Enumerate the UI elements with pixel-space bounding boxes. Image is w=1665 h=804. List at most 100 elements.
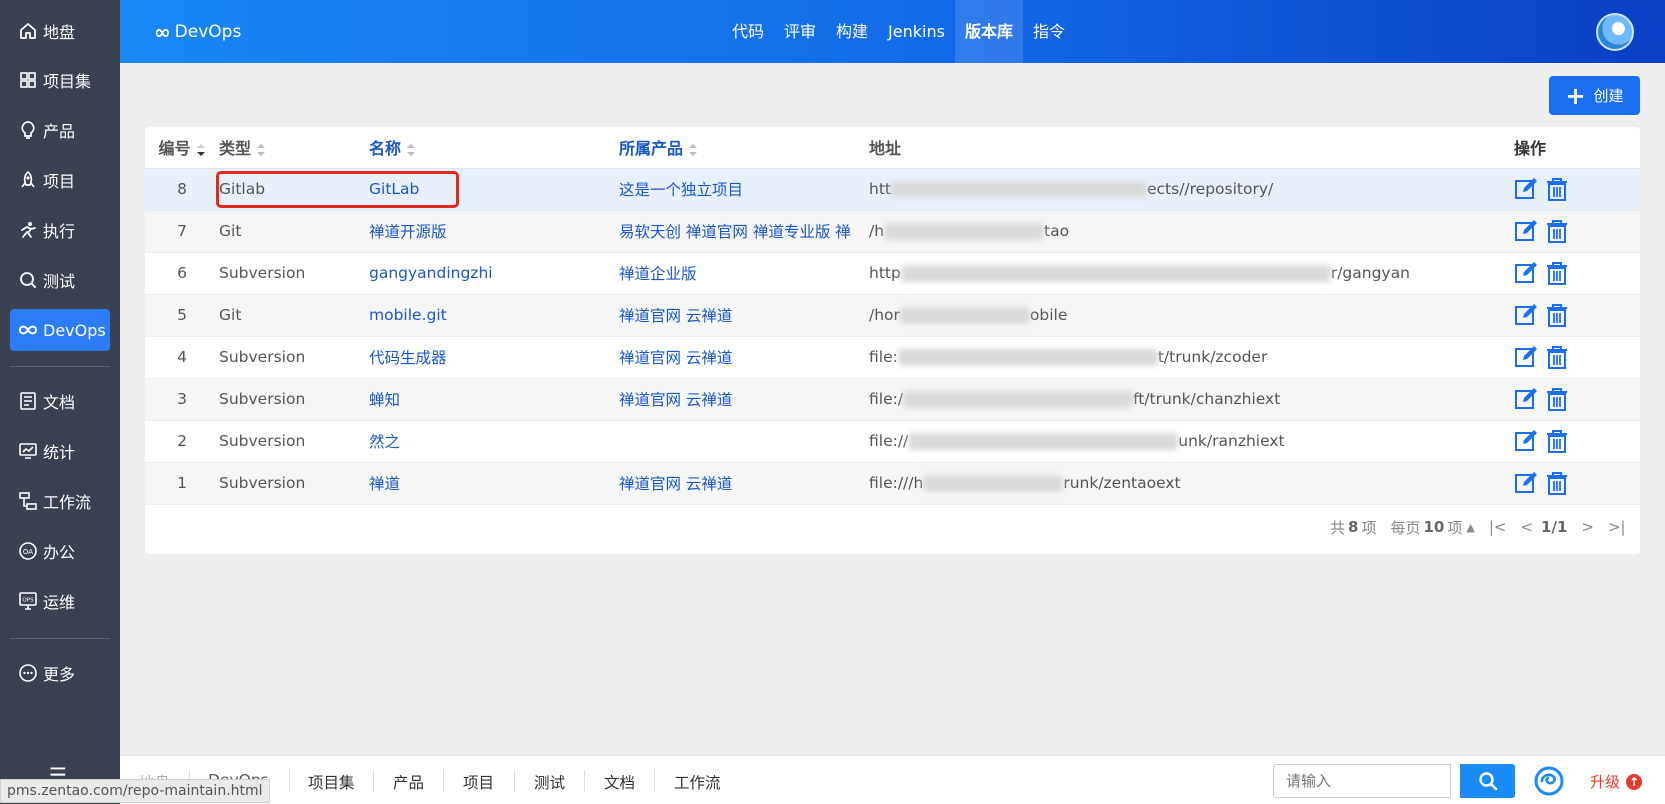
cell-type: Subversion [219, 390, 306, 408]
tab-review[interactable]: 评审 [774, 0, 826, 63]
sidebar-item-doc[interactable]: 文档 [10, 380, 110, 422]
search-button[interactable] [1460, 764, 1515, 798]
sidebar-item-oa[interactable]: OA 办公 [10, 530, 110, 572]
product-link[interactable]: 禅道官网 云禅道 [619, 378, 869, 420]
cell-id: 7 [177, 222, 187, 240]
sidebar-item-label: DevOps [43, 320, 106, 340]
product-link[interactable]: 禅道官网 云禅道 [619, 336, 869, 378]
delete-icon[interactable] [1545, 261, 1569, 285]
bottom-bar: 地盘 DevOps 项目集 产品 项目 测试 文档 工作流 升级 ↑ [120, 755, 1665, 804]
product-link[interactable] [619, 420, 869, 462]
bottom-item-project[interactable]: 项目 [463, 771, 494, 793]
sidebar-item-project[interactable]: 项目 [10, 159, 110, 201]
tab-jenkins[interactable]: Jenkins [878, 0, 955, 63]
first-page-icon[interactable]: |< [1489, 518, 1507, 536]
cell-type: Git [219, 306, 242, 324]
bottom-item-product[interactable]: 产品 [393, 771, 424, 793]
cell-id: 1 [177, 474, 187, 492]
pager-per-page[interactable]: 10 [1423, 518, 1444, 536]
tab-repo[interactable]: 版本库 [954, 0, 1023, 63]
sidebar-item-stats[interactable]: 统计 [10, 430, 110, 472]
repo-name-link[interactable]: GitLab [369, 168, 619, 210]
bottom-item-workflow[interactable]: 工作流 [674, 771, 721, 793]
sidebar-item-ops[interactable]: OPS 运维 [10, 580, 110, 622]
repo-name-link[interactable]: gangyandingzhi [369, 252, 619, 294]
column-header-id[interactable]: 编号 [145, 127, 219, 169]
caret-up-icon[interactable]: ▲ [1466, 521, 1474, 534]
delete-icon[interactable] [1545, 219, 1569, 243]
address-suffix: ft/trunk/chanzhiext [1133, 390, 1281, 408]
sidebar-item-test[interactable]: 测试 [10, 259, 110, 301]
bottom-item-doc[interactable]: 文档 [604, 771, 635, 793]
delete-icon[interactable] [1545, 387, 1569, 411]
plus-icon: + [1565, 81, 1586, 110]
edit-icon[interactable] [1514, 177, 1538, 201]
product-link[interactable]: 禅道官网 云禅道 [619, 462, 869, 504]
edit-icon[interactable] [1514, 219, 1538, 243]
upgrade-link[interactable]: 升级 ↑ [1590, 771, 1643, 792]
sidebar-item-more[interactable]: 更多 [10, 652, 110, 694]
next-page-icon[interactable]: > [1581, 518, 1594, 536]
delete-icon[interactable] [1545, 429, 1569, 453]
avatar[interactable] [1596, 13, 1634, 51]
edit-icon[interactable] [1514, 261, 1538, 285]
upgrade-label: 升级 [1590, 773, 1621, 791]
bottom-separator [584, 770, 585, 792]
delete-icon[interactable] [1545, 345, 1569, 369]
product-link[interactable]: 这是一个独立项目 [619, 168, 869, 210]
table-row: 1 Subversion 禅道 禅道官网 云禅道 file:///h runk/zenta… [145, 462, 1640, 504]
column-header-label: 名称 [369, 139, 402, 159]
column-header-type[interactable]: 类型 [219, 127, 369, 169]
repo-name-link[interactable]: 禅道开源版 [369, 210, 619, 252]
workflow-icon [18, 491, 38, 511]
product-link[interactable]: 禅道企业版 [619, 252, 869, 294]
prev-page-icon[interactable]: < [1520, 518, 1533, 536]
bottom-separator [443, 770, 444, 792]
repo-name-link[interactable]: 蝉知 [369, 378, 619, 420]
edit-icon[interactable] [1514, 429, 1538, 453]
sidebar-item-product[interactable]: 产品 [10, 109, 110, 151]
delete-icon[interactable] [1545, 471, 1569, 495]
repo-name-link[interactable]: 禅道 [369, 462, 619, 504]
repo-name-link[interactable]: mobile.git [369, 294, 619, 336]
sidebar-item-program[interactable]: 项目集 [10, 59, 110, 101]
more-icon [18, 663, 38, 683]
last-page-icon[interactable]: >| [1608, 518, 1626, 536]
search-input[interactable] [1273, 764, 1451, 798]
tab-build[interactable]: 构建 [826, 0, 878, 63]
edit-icon[interactable] [1514, 345, 1538, 369]
repo-name-link[interactable]: 然之 [369, 420, 619, 462]
edit-icon[interactable] [1514, 471, 1538, 495]
delete-icon[interactable] [1545, 177, 1569, 201]
edit-icon[interactable] [1514, 387, 1538, 411]
address-suffix: ects//repository/ [1146, 180, 1274, 198]
product-link[interactable]: 禅道官网 云禅道 [619, 294, 869, 336]
create-button-label: 创建 [1593, 87, 1624, 105]
sidebar-divider [10, 638, 110, 639]
product-link[interactable]: 易软天创 禅道官网 禅道专业版 禅 [619, 210, 869, 252]
cell-type: Subversion [219, 474, 306, 492]
cell-id: 3 [177, 390, 187, 408]
column-header-name[interactable]: 名称 [369, 127, 619, 169]
brand: ∞ DevOps [154, 20, 241, 44]
zentao-logo-icon[interactable] [1534, 766, 1564, 796]
column-header-product[interactable]: 所属产品 [619, 127, 869, 169]
sidebar-item-workflow[interactable]: 工作流 [10, 480, 110, 522]
delete-icon[interactable] [1545, 303, 1569, 327]
sidebar-item-home[interactable]: 地盘 [10, 10, 110, 52]
oa-icon: OA [18, 541, 38, 561]
sidebar-item-execution[interactable]: 执行 [10, 209, 110, 251]
pager: 共 8 项 每页 10 项 ▲ |< < 1/1 > >| [1330, 515, 1626, 539]
bottom-item-test[interactable]: 测试 [534, 771, 565, 793]
bottom-item-program[interactable]: 项目集 [308, 771, 355, 793]
tab-commands[interactable]: 指令 [1023, 0, 1075, 63]
sidebar-item-label: 文档 [43, 393, 76, 412]
edit-icon[interactable] [1514, 303, 1538, 327]
sidebar-item-label: 运维 [43, 593, 76, 612]
repo-name-link[interactable]: 代码生成器 [369, 336, 619, 378]
sort-icon [257, 143, 266, 156]
create-button[interactable]: + 创建 [1549, 76, 1640, 115]
sidebar-item-devops[interactable]: DevOps [10, 309, 110, 351]
redacted-address [890, 181, 1147, 198]
tab-code[interactable]: 代码 [722, 0, 774, 63]
